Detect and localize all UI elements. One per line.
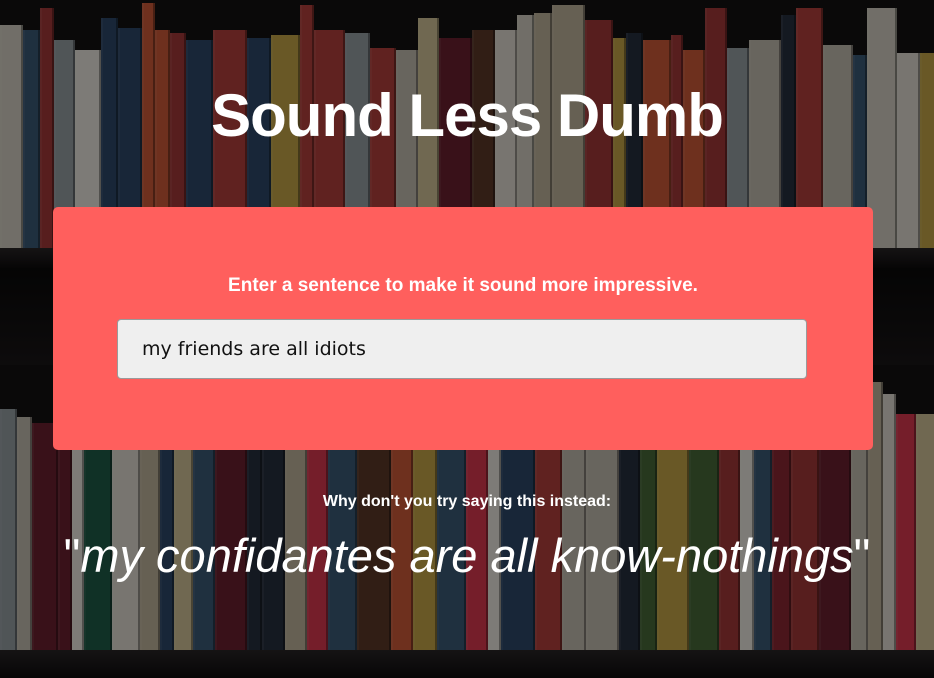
open-quote: ": [63, 529, 81, 582]
suggestion-result: "my confidantes are all know-nothings": [0, 526, 934, 586]
input-prompt: Enter a sentence to make it sound more i…: [228, 275, 698, 296]
suggestion-label: Why don't you try saying this instead:: [322, 493, 612, 510]
main-content: Sound Less Dumb Enter a sentence to make…: [0, 0, 934, 678]
suggestion-text: my confidantes are all know-nothings: [80, 529, 854, 582]
close-quote: ": [853, 529, 871, 582]
input-card: Enter a sentence to make it sound more i…: [53, 207, 873, 450]
page-title: Sound Less Dumb: [211, 82, 724, 149]
sentence-input[interactable]: [117, 319, 807, 379]
